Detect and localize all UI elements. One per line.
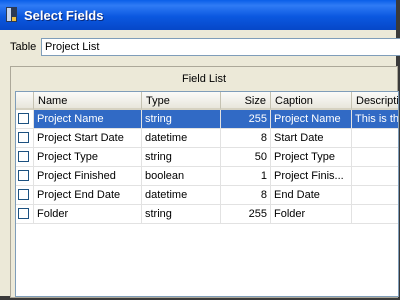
field-description-cell: This is th bbox=[352, 110, 398, 129]
field-list-grid: Name Type Size Caption Descripti Project… bbox=[15, 91, 399, 297]
field-type-cell: datetime bbox=[142, 129, 221, 148]
field-description-cell bbox=[352, 148, 398, 167]
field-caption-cell: End Date bbox=[271, 186, 352, 205]
field-name-cell: Folder bbox=[34, 205, 142, 224]
field-type-cell: datetime bbox=[142, 186, 221, 205]
field-name-cell: Project End Date bbox=[34, 186, 142, 205]
field-caption-cell: Project Type bbox=[271, 148, 352, 167]
field-size-cell: 8 bbox=[221, 129, 271, 148]
field-type-cell: string bbox=[142, 110, 221, 129]
table-row[interactable]: Project Type string 50 Project Type bbox=[16, 148, 398, 167]
column-header-size[interactable]: Size bbox=[221, 92, 271, 110]
window-title: Select Fields bbox=[24, 8, 104, 23]
field-type-cell: boolean bbox=[142, 167, 221, 186]
field-caption-cell: Folder bbox=[271, 205, 352, 224]
field-size-cell: 255 bbox=[221, 110, 271, 129]
column-header-type[interactable]: Type bbox=[142, 92, 221, 110]
table-row[interactable]: Project Finished boolean 1 Project Finis... bbox=[16, 167, 398, 186]
column-header-name[interactable]: Name bbox=[34, 92, 142, 110]
field-size-cell: 1 bbox=[221, 167, 271, 186]
field-caption-cell: Start Date bbox=[271, 129, 352, 148]
field-checkbox[interactable] bbox=[18, 132, 29, 143]
table-selector: Table Project List bbox=[10, 38, 400, 58]
field-description-cell bbox=[352, 205, 398, 224]
field-checkbox[interactable] bbox=[18, 189, 29, 200]
field-name-cell: Project Name bbox=[34, 110, 142, 129]
table-row[interactable]: Project End Date datetime 8 End Date bbox=[16, 186, 398, 205]
table-label: Table bbox=[10, 41, 37, 53]
field-name-cell: Project Start Date bbox=[34, 129, 142, 148]
field-type-cell: string bbox=[142, 148, 221, 167]
field-description-cell bbox=[352, 129, 398, 148]
field-description-cell bbox=[352, 167, 398, 186]
column-header-caption[interactable]: Caption bbox=[271, 92, 352, 110]
column-header-description[interactable]: Descripti bbox=[352, 92, 398, 110]
field-description-cell bbox=[352, 186, 398, 205]
field-check-cell bbox=[16, 129, 34, 148]
field-size-cell: 255 bbox=[221, 205, 271, 224]
table-row[interactable]: Folder string 255 Folder bbox=[16, 205, 398, 224]
field-check-cell bbox=[16, 205, 34, 224]
field-name-cell: Project Type bbox=[34, 148, 142, 167]
table-row[interactable]: Project Start Date datetime 8 Start Date bbox=[16, 129, 398, 148]
field-caption-cell: Project Finis... bbox=[271, 167, 352, 186]
field-checkbox[interactable] bbox=[18, 113, 29, 124]
field-check-cell bbox=[16, 148, 34, 167]
field-size-cell: 50 bbox=[221, 148, 271, 167]
title-bar[interactable]: Select Fields bbox=[0, 0, 396, 30]
select-fields-window: Select Fields Table Project List Field L… bbox=[0, 0, 400, 298]
field-caption-cell: Project Name bbox=[271, 110, 352, 129]
field-check-cell bbox=[16, 186, 34, 205]
field-list-title: Field List bbox=[181, 73, 227, 85]
field-check-cell bbox=[16, 167, 34, 186]
column-header-check[interactable] bbox=[16, 92, 34, 110]
field-checkbox[interactable] bbox=[18, 170, 29, 181]
field-list-group: Field List Name Type Size Caption Descri… bbox=[10, 66, 399, 298]
app-icon bbox=[6, 7, 17, 22]
table-row[interactable]: Project Name string 255 Project Name This is… bbox=[16, 110, 398, 129]
field-check-cell bbox=[16, 110, 34, 129]
field-checkbox[interactable] bbox=[18, 151, 29, 162]
field-name-cell: Project Finished bbox=[34, 167, 142, 186]
table-input[interactable]: Project List bbox=[41, 38, 400, 56]
field-type-cell: string bbox=[142, 205, 221, 224]
field-size-cell: 8 bbox=[221, 186, 271, 205]
field-checkbox[interactable] bbox=[18, 208, 29, 219]
